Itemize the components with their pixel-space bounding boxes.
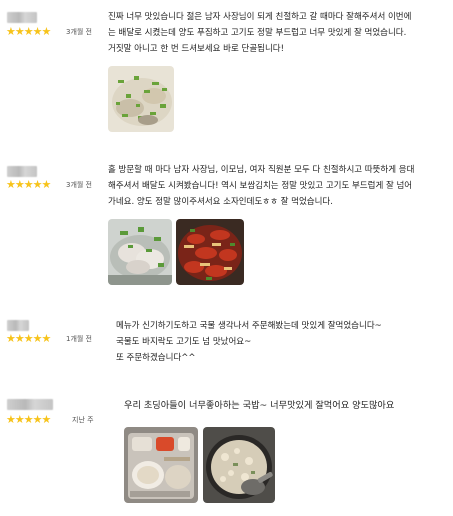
- reviewer-name-blurred: [7, 399, 53, 410]
- review-photo[interactable]: [108, 219, 172, 285]
- reviewer-name-blurred: [7, 320, 29, 331]
- review-text: 진짜 너무 맛있습니다 젊은 남자 사장님이 되게 친절하고 갈 때마다 잘해주…: [108, 12, 412, 54]
- reviewer-name-blurred: [7, 166, 37, 177]
- review-photo[interactable]: [124, 427, 198, 503]
- star-rating: ★★★★★: [6, 178, 51, 191]
- review-date: 3개월 전: [66, 28, 92, 36]
- review-photo[interactable]: [203, 427, 275, 503]
- review-photo[interactable]: [176, 219, 244, 285]
- star-rating: ★★★★★: [6, 332, 51, 345]
- review-text: 홀 방문할 때 마다 남자 사장님, 이모님, 여자 직원분 모두 다 친절하시…: [108, 165, 415, 207]
- review-date: 지난 주: [72, 416, 94, 424]
- reviewer-name-blurred: [7, 12, 37, 23]
- review-photo[interactable]: [108, 66, 174, 132]
- review-date: 1개월 전: [66, 335, 92, 343]
- review-text: 메뉴가 신기하기도하고 국물 생각나서 주문해봤는데 맛있게 잘먹었습니다~ 국…: [116, 321, 382, 363]
- review-text: 우리 초딩아들이 너무좋아하는 국밥~ 너무맛있게 잘먹어요 양도많아요: [124, 400, 395, 411]
- star-rating: ★★★★★: [6, 413, 51, 426]
- star-rating: ★★★★★: [6, 25, 51, 38]
- review-date: 3개월 전: [66, 181, 92, 189]
